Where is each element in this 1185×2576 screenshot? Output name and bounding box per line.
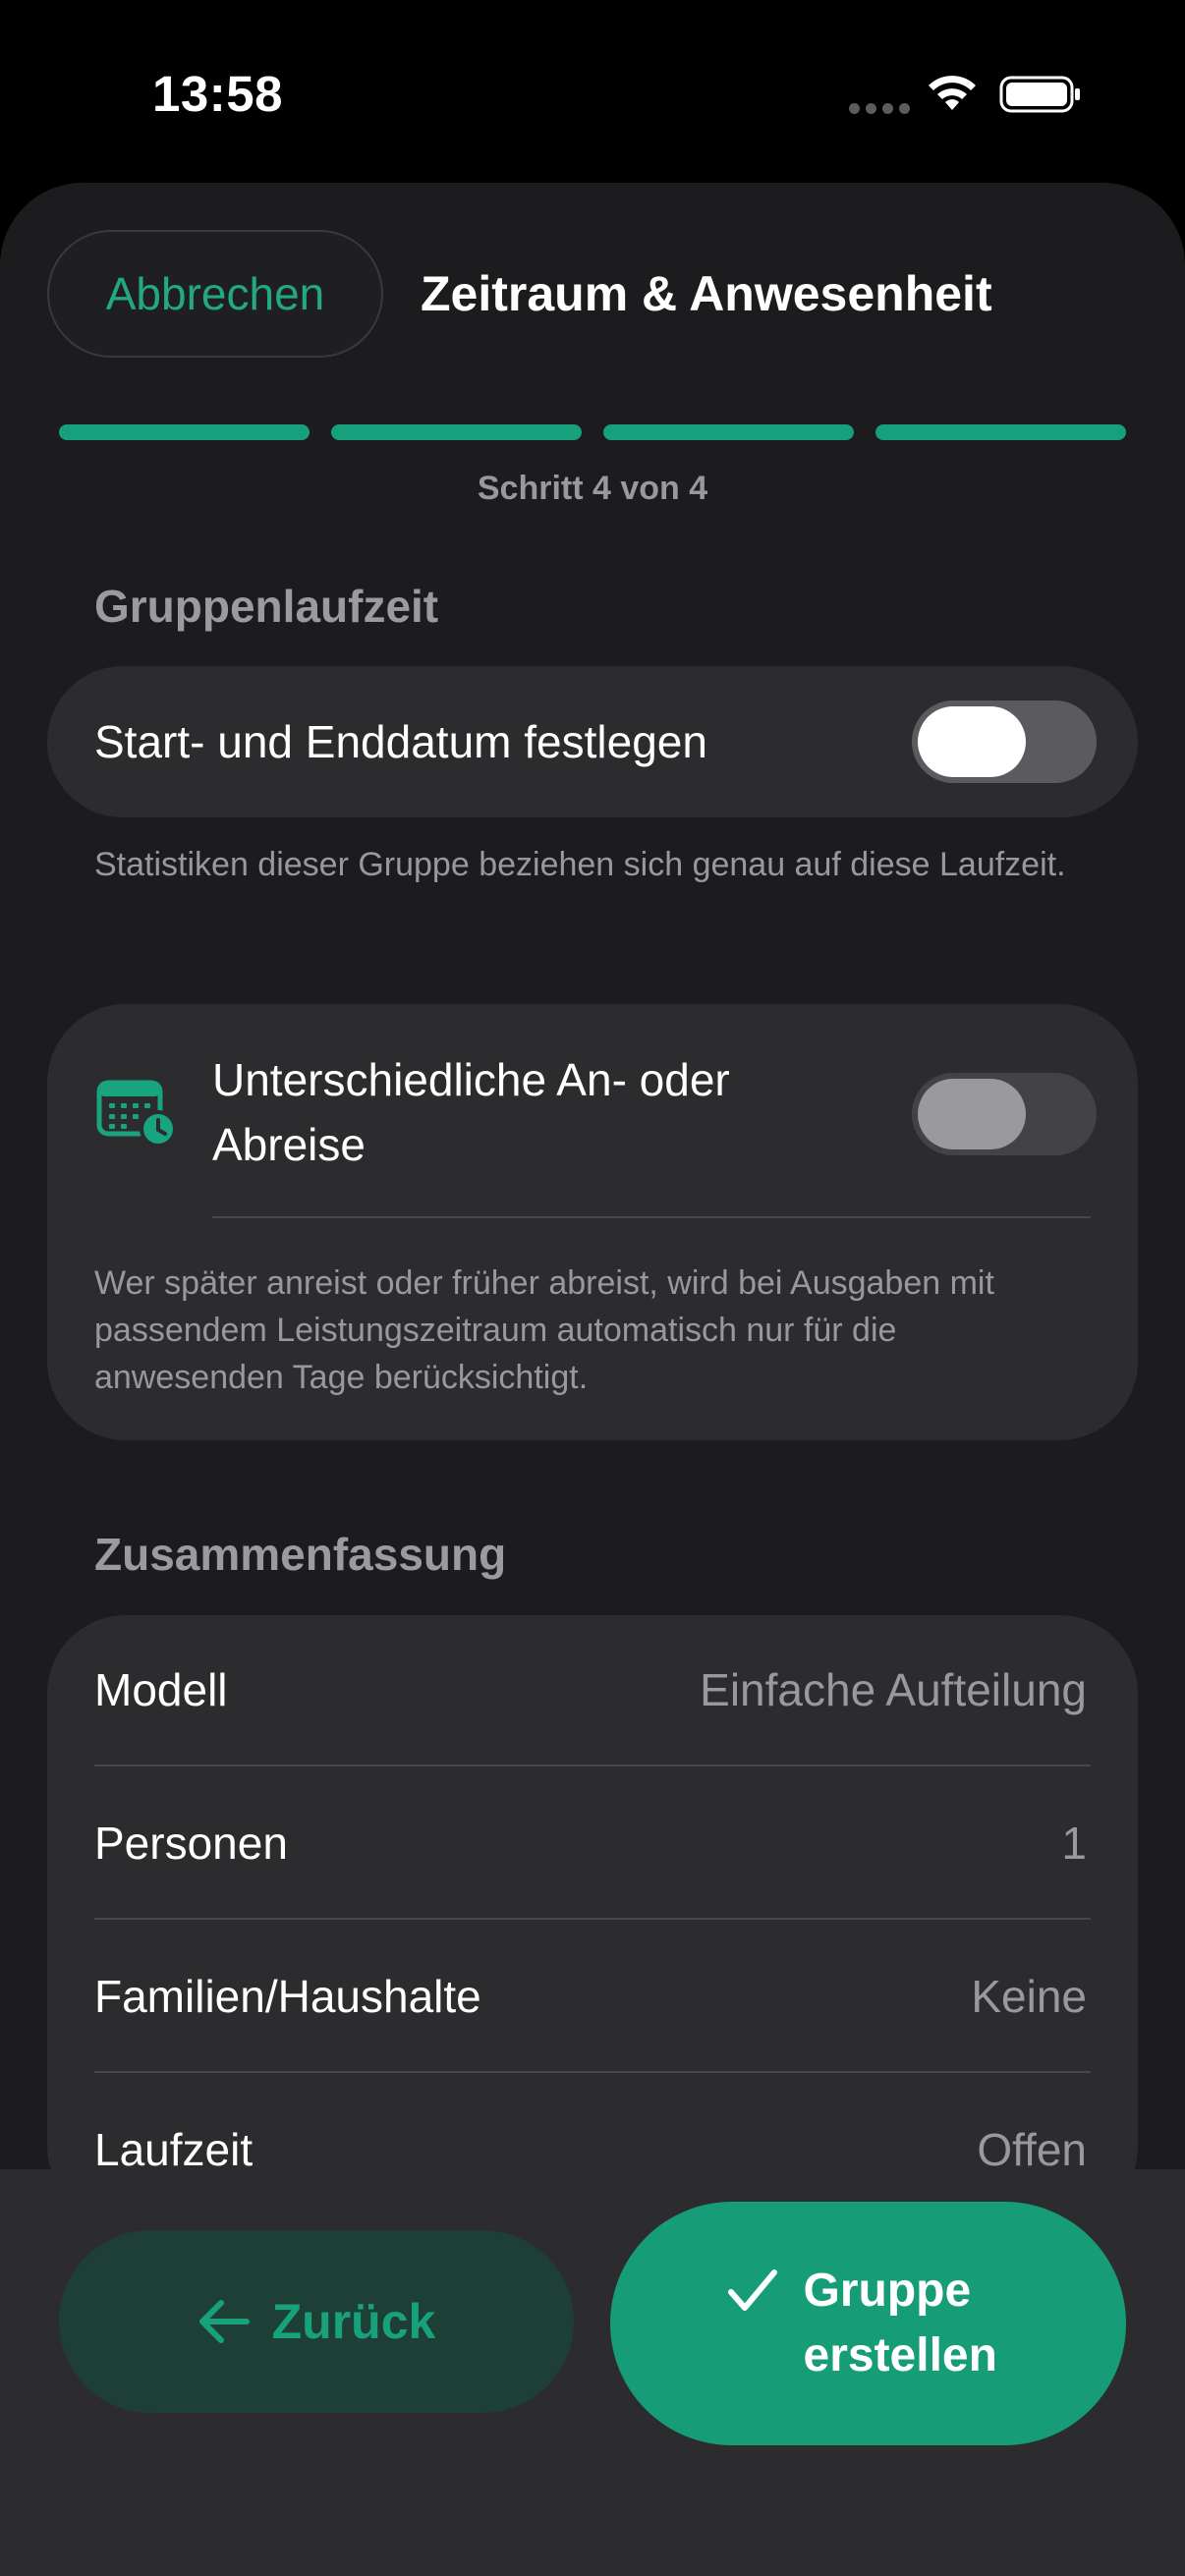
summary-value: Einfache Aufteilung bbox=[700, 1664, 1087, 1715]
battery-icon bbox=[999, 76, 1080, 113]
cellular-signal-icon bbox=[849, 103, 910, 114]
create-group-button-label: Gruppe erstellen bbox=[803, 2265, 997, 2381]
wifi-icon bbox=[929, 76, 976, 110]
step-indicator-label: Schritt 4 von 4 bbox=[477, 470, 708, 507]
cancel-button[interactable]: Abbrechen bbox=[47, 230, 383, 358]
divider bbox=[212, 1216, 1091, 1218]
summary-key: Modell bbox=[94, 1664, 228, 1715]
date-range-toggle-row[interactable]: Start- und Enddatum festlegen bbox=[47, 666, 1138, 817]
toggle-knob bbox=[918, 706, 1026, 777]
section-heading-summary: Zusammenfassung bbox=[94, 1529, 507, 1580]
summary-key: Laufzeit bbox=[94, 2124, 254, 2175]
summary-value: 1 bbox=[1061, 1818, 1087, 1869]
summary-row-persons: Personen 1 bbox=[94, 1817, 1087, 1885]
back-button[interactable]: Zurück bbox=[59, 2230, 574, 2413]
section-heading-runtime: Gruppenlaufzeit bbox=[94, 581, 439, 632]
toggle-knob bbox=[918, 1079, 1026, 1149]
summary-key: Familien/Haushalte bbox=[94, 1971, 481, 2022]
attendance-toggle[interactable] bbox=[912, 1073, 1097, 1155]
back-button-label: Zurück bbox=[271, 2294, 436, 2349]
date-range-toggle[interactable] bbox=[912, 700, 1097, 783]
date-range-toggle-label: Start- und Enddatum festlegen bbox=[94, 716, 707, 767]
bottom-action-bar: Zurück Gruppe erstellen bbox=[0, 2169, 1185, 2576]
step-progress-bar bbox=[59, 424, 1126, 440]
summary-row-households: Familien/Haushalte Keine bbox=[94, 1970, 1087, 2039]
progress-segment bbox=[875, 424, 1126, 440]
status-time: 13:58 bbox=[152, 66, 283, 122]
divider bbox=[94, 2071, 1091, 2073]
runtime-footnote: Statistiken dieser Gruppe beziehen sich … bbox=[94, 846, 1066, 883]
attendance-footnote: Wer später anreist oder früher abreist, … bbox=[94, 1264, 994, 1396]
sheet-title: Zeitraum & Anwesenheit bbox=[421, 266, 992, 321]
checkmark-icon bbox=[727, 2269, 777, 2311]
progress-segment bbox=[59, 424, 310, 440]
divider bbox=[94, 1918, 1091, 1920]
calendar-clock-icon bbox=[96, 1080, 177, 1148]
summary-row-model: Modell Einfache Aufteilung bbox=[94, 1663, 1087, 1732]
status-bar: 13:58 bbox=[0, 0, 1185, 187]
progress-segment bbox=[603, 424, 854, 440]
progress-segment bbox=[331, 424, 582, 440]
divider bbox=[94, 1764, 1091, 1766]
summary-value: Keine bbox=[971, 1971, 1087, 2022]
create-group-button[interactable]: Gruppe erstellen bbox=[610, 2202, 1126, 2445]
attendance-toggle-label: Unterschiedliche An- oder Abreise bbox=[212, 1054, 730, 1170]
summary-value: Offen bbox=[977, 2124, 1087, 2175]
summary-key: Personen bbox=[94, 1818, 288, 1869]
arrow-left-icon bbox=[198, 2300, 250, 2343]
